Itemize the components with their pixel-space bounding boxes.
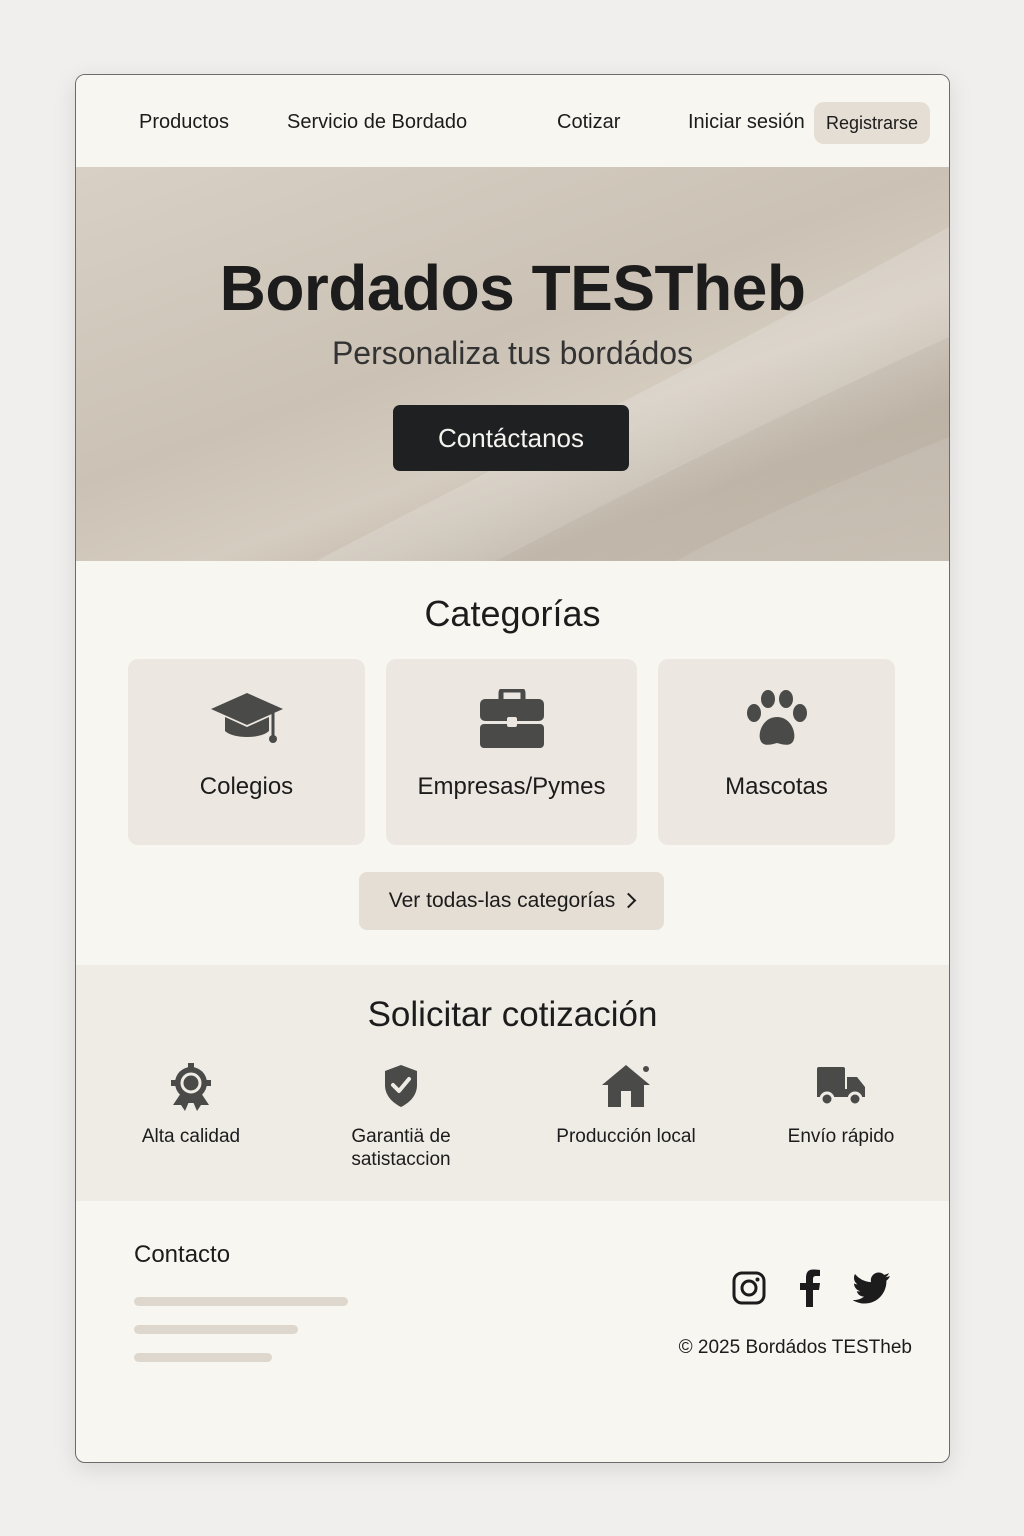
feature-label-alta-calidad: Alta calidad (141, 1126, 241, 1147)
category-label-empresas: Empresas/Pymes (417, 773, 606, 800)
contact-button[interactable]: Contáctanos (393, 405, 629, 471)
quote-heading: Solicitar cotización (367, 995, 658, 1034)
graduation-cap-icon (128, 689, 365, 753)
footer-contact-heading: Contacto (134, 1241, 231, 1268)
category-card-mascotas[interactable]: Mascotas (658, 659, 895, 845)
quote-section: Solicitar cotización Alta calidad Garant… (76, 965, 949, 1201)
nav-link-servicio-de-bordado[interactable]: Servicio de Bordado (287, 111, 467, 134)
facebook-icon[interactable] (790, 1268, 830, 1308)
footer-contact-placeholder-line (134, 1297, 348, 1306)
categories-heading: Categorías (424, 593, 601, 634)
feature-label-envio-rapido: Envío rápido (787, 1126, 895, 1147)
truck-icon (771, 1063, 911, 1117)
nav-link-iniciar-sesion[interactable]: Iniciar sesión (688, 111, 805, 134)
chevron-right-icon (620, 892, 637, 909)
feature-produccion-local: Producción local (541, 1063, 711, 1148)
twitter-icon[interactable] (852, 1268, 892, 1308)
shield-check-icon (321, 1063, 481, 1117)
briefcase-icon (386, 689, 637, 753)
category-card-empresas[interactable]: Empresas/Pymes (386, 659, 637, 845)
paw-icon (658, 689, 895, 753)
category-label-colegios: Colegios (199, 773, 294, 800)
feature-envio-rapido: Envío rápido (771, 1063, 911, 1148)
browser-window: Productos Servicio de Bordado Cotizar In… (75, 74, 950, 1463)
award-badge-icon (126, 1063, 256, 1117)
feature-alta-calidad: Alta calidad (126, 1063, 256, 1148)
nav-link-productos[interactable]: Productos (139, 111, 229, 134)
footer-contact-placeholder-line (134, 1325, 298, 1334)
view-all-categories-label: Ver todas-las categorías (388, 889, 616, 912)
instagram-icon[interactable] (729, 1268, 769, 1308)
view-all-categories-button[interactable]: Ver todas-las categorías (359, 872, 664, 930)
top-navigation: Productos Servicio de Bordado Cotizar In… (76, 75, 949, 167)
hero-title: Bordados TESTheb (219, 252, 806, 324)
category-card-colegios[interactable]: Colegios (128, 659, 365, 845)
register-button[interactable]: Registrarse (814, 102, 930, 144)
copyright-text: © 2025 Bordádos TESTheb (678, 1337, 912, 1358)
footer-contact-placeholder-line (134, 1353, 272, 1362)
feature-garantia: Garantiä de satistaccion (321, 1063, 481, 1171)
feature-label-garantia: Garantiä de satistaccion (351, 1126, 451, 1170)
house-icon (541, 1063, 711, 1117)
feature-label-produccion-local: Producción local (556, 1126, 696, 1147)
hero-banner: Bordados TESTheb Personaliza tus bordádo… (76, 167, 949, 561)
category-label-mascotas: Mascotas (725, 773, 828, 800)
hero-subtitle: Personaliza tus bordádos (331, 335, 694, 371)
nav-link-cotizar[interactable]: Cotizar (557, 111, 620, 134)
